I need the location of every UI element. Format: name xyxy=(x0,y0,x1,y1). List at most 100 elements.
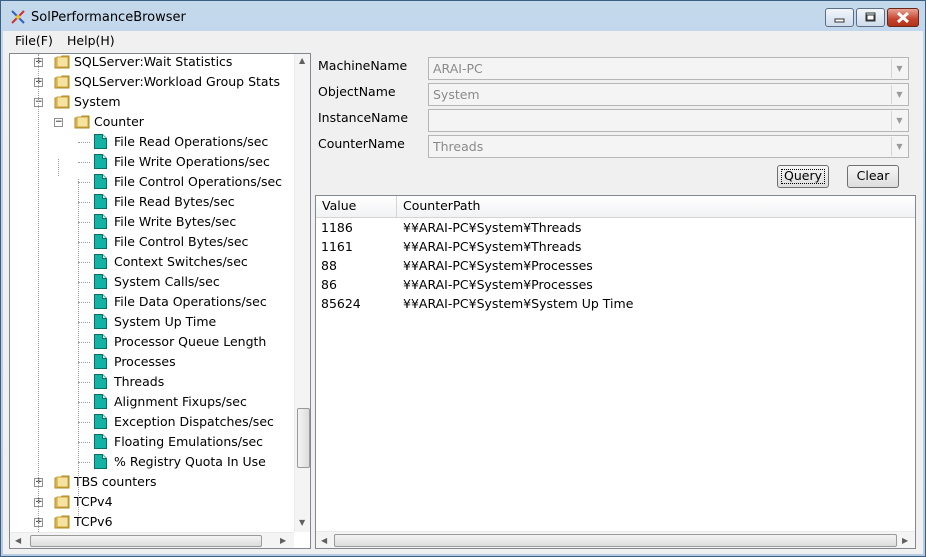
chevron-down-icon[interactable]: ▼ xyxy=(891,85,907,104)
tree-node-label: TBS counters xyxy=(74,474,157,489)
chevron-down-icon[interactable]: ▼ xyxy=(891,111,907,130)
query-button[interactable]: Query xyxy=(777,165,829,188)
minimize-button[interactable] xyxy=(825,8,854,27)
tree-leaf[interactable]: System Calls/sec xyxy=(10,272,294,292)
folder-icon xyxy=(54,94,70,110)
results-horizontal-scrollbar[interactable]: ◀ ▶ xyxy=(316,531,915,548)
tree-connector xyxy=(78,222,90,223)
collapse-icon[interactable]: − xyxy=(54,118,63,127)
tree-leaf[interactable]: Threads xyxy=(10,372,294,392)
menu-file[interactable]: File(F) xyxy=(15,33,53,48)
column-header-counterpath[interactable]: CounterPath xyxy=(397,196,915,217)
tree-vscroll-thumb[interactable] xyxy=(297,408,310,468)
tree-node[interactable]: − System xyxy=(10,92,294,112)
tree-leaf[interactable]: File Control Bytes/sec xyxy=(10,232,294,252)
counter-icon xyxy=(94,214,107,229)
menu-bar: File(F) Help(H) xyxy=(3,31,923,52)
tree-node-label: File Control Bytes/sec xyxy=(114,234,249,249)
scroll-right-icon[interactable]: ▶ xyxy=(280,536,286,545)
tree-leaf[interactable]: % Registry Quota In Use xyxy=(10,452,294,472)
instance-name-combo[interactable]: ▼ xyxy=(428,109,909,132)
counter-icon xyxy=(94,274,107,289)
tree-vertical-scrollbar[interactable]: ▲ ▼ xyxy=(294,54,310,532)
scroll-left-icon[interactable]: ◀ xyxy=(15,536,21,545)
menu-help[interactable]: Help(H) xyxy=(67,33,115,48)
maximize-button[interactable] xyxy=(856,8,885,27)
tree-node[interactable]: + SQLServer:Workload Group Stats xyxy=(10,72,294,92)
result-row[interactable]: 1161 ¥¥ARAI-PC¥System¥Threads xyxy=(316,237,915,256)
chevron-down-icon[interactable]: ▼ xyxy=(891,137,907,156)
tree-leaf[interactable]: File Control Operations/sec xyxy=(10,172,294,192)
tree-horizontal-scrollbar[interactable]: ◀ ▶ xyxy=(10,532,294,548)
result-counterpath: ¥¥ARAI-PC¥System¥Processes xyxy=(403,277,593,292)
tree-leaf[interactable]: Processor Queue Length xyxy=(10,332,294,352)
result-value: 88 xyxy=(321,258,337,273)
folder-icon xyxy=(54,474,70,490)
tree-node[interactable]: − Counter xyxy=(10,112,294,132)
content-area: + SQLServer:Wait Statistics + SQLServer:Wor… xyxy=(3,51,923,554)
tree-connector xyxy=(78,322,90,323)
result-counterpath: ¥¥ARAI-PC¥System¥Processes xyxy=(403,258,593,273)
counter-tree[interactable]: + SQLServer:Wait Statistics + SQLServer:Wor… xyxy=(9,53,311,549)
tree-hscroll-thumb[interactable] xyxy=(30,535,262,547)
tree-leaf[interactable]: Alignment Fixups/sec xyxy=(10,392,294,412)
machine-name-combo[interactable]: ARAI-PC ▼ xyxy=(428,57,909,80)
result-row[interactable]: 86 ¥¥ARAI-PC¥System¥Processes xyxy=(316,275,915,294)
tree-node-label: Context Switches/sec xyxy=(114,254,248,269)
tree-connector xyxy=(78,302,90,303)
close-button[interactable] xyxy=(887,8,919,27)
counter-icon xyxy=(94,334,107,349)
tree-connector xyxy=(78,142,90,143)
title-bar[interactable]: SolPerformanceBrowser xyxy=(1,1,925,31)
counter-icon xyxy=(94,434,107,449)
tree-node-label: SQLServer:Wait Statistics xyxy=(74,54,233,69)
tree-leaf[interactable]: Exception Dispatches/sec xyxy=(10,412,294,432)
close-icon xyxy=(896,11,910,24)
object-name-combo[interactable]: System ▼ xyxy=(428,83,909,106)
tree-node[interactable]: + TBS counters xyxy=(10,472,294,492)
result-row[interactable]: 88 ¥¥ARAI-PC¥System¥Processes xyxy=(316,256,915,275)
tree-leaf[interactable]: Floating Emulations/sec xyxy=(10,432,294,452)
counter-name-label: CounterName xyxy=(318,136,405,151)
results-list[interactable]: Value CounterPath 1186 ¥¥ARAI-PC¥System¥T… xyxy=(315,195,916,549)
tree-node-label: File Write Operations/sec xyxy=(114,154,270,169)
tree-node-label: TCPv4 xyxy=(74,494,113,509)
result-row[interactable]: 85624 ¥¥ARAI-PC¥System¥System Up Time xyxy=(316,294,915,313)
tree-leaf[interactable]: File Read Bytes/sec xyxy=(10,192,294,212)
result-value: 86 xyxy=(321,277,337,292)
tree-node-label: File Read Operations/sec xyxy=(114,134,269,149)
result-row[interactable]: 1186 ¥¥ARAI-PC¥System¥Threads xyxy=(316,218,915,237)
chevron-down-icon[interactable]: ▼ xyxy=(891,59,907,78)
tree-leaf[interactable]: File Write Operations/sec xyxy=(10,152,294,172)
scroll-left-icon[interactable]: ◀ xyxy=(321,536,327,545)
scroll-right-icon[interactable]: ▶ xyxy=(902,536,908,545)
tree-leaf[interactable]: Processes xyxy=(10,352,294,372)
result-counterpath: ¥¥ARAI-PC¥System¥Threads xyxy=(403,220,582,235)
tree-leaf[interactable]: File Data Operations/sec xyxy=(10,292,294,312)
column-header-value[interactable]: Value xyxy=(316,196,397,217)
tree-node[interactable]: + SQLServer:Wait Statistics xyxy=(10,54,294,72)
counter-name-combo[interactable]: Threads ▼ xyxy=(428,135,909,158)
tree-leaf[interactable]: Context Switches/sec xyxy=(10,252,294,272)
counter-icon xyxy=(94,294,107,309)
scroll-up-icon[interactable]: ▲ xyxy=(299,56,305,65)
results-hscroll-thumb[interactable] xyxy=(334,534,897,547)
tree-leaf[interactable]: System Up Time xyxy=(10,312,294,332)
tree-node-label: System Up Time xyxy=(114,314,217,329)
tree-node[interactable]: + TCPv4 xyxy=(10,492,294,512)
minimize-icon xyxy=(834,18,845,23)
tree-node-label: Alignment Fixups/sec xyxy=(114,394,247,409)
tree-node[interactable]: + TCPv6 xyxy=(10,512,294,532)
folder-icon xyxy=(54,74,70,90)
tree-connector xyxy=(78,422,90,423)
tree-node-label: Processes xyxy=(114,354,176,369)
object-name-value: System xyxy=(433,87,480,102)
scroll-down-icon[interactable]: ▼ xyxy=(299,518,305,527)
tree-leaf[interactable]: File Read Operations/sec xyxy=(10,132,294,152)
tree-leaf[interactable]: File Write Bytes/sec xyxy=(10,212,294,232)
machine-name-label: MachineName xyxy=(318,58,408,73)
machine-name-value: ARAI-PC xyxy=(433,61,483,76)
tree-node-label: % Registry Quota In Use xyxy=(114,454,266,469)
clear-button[interactable]: Clear xyxy=(847,165,899,188)
tree-guide-system xyxy=(58,159,59,176)
